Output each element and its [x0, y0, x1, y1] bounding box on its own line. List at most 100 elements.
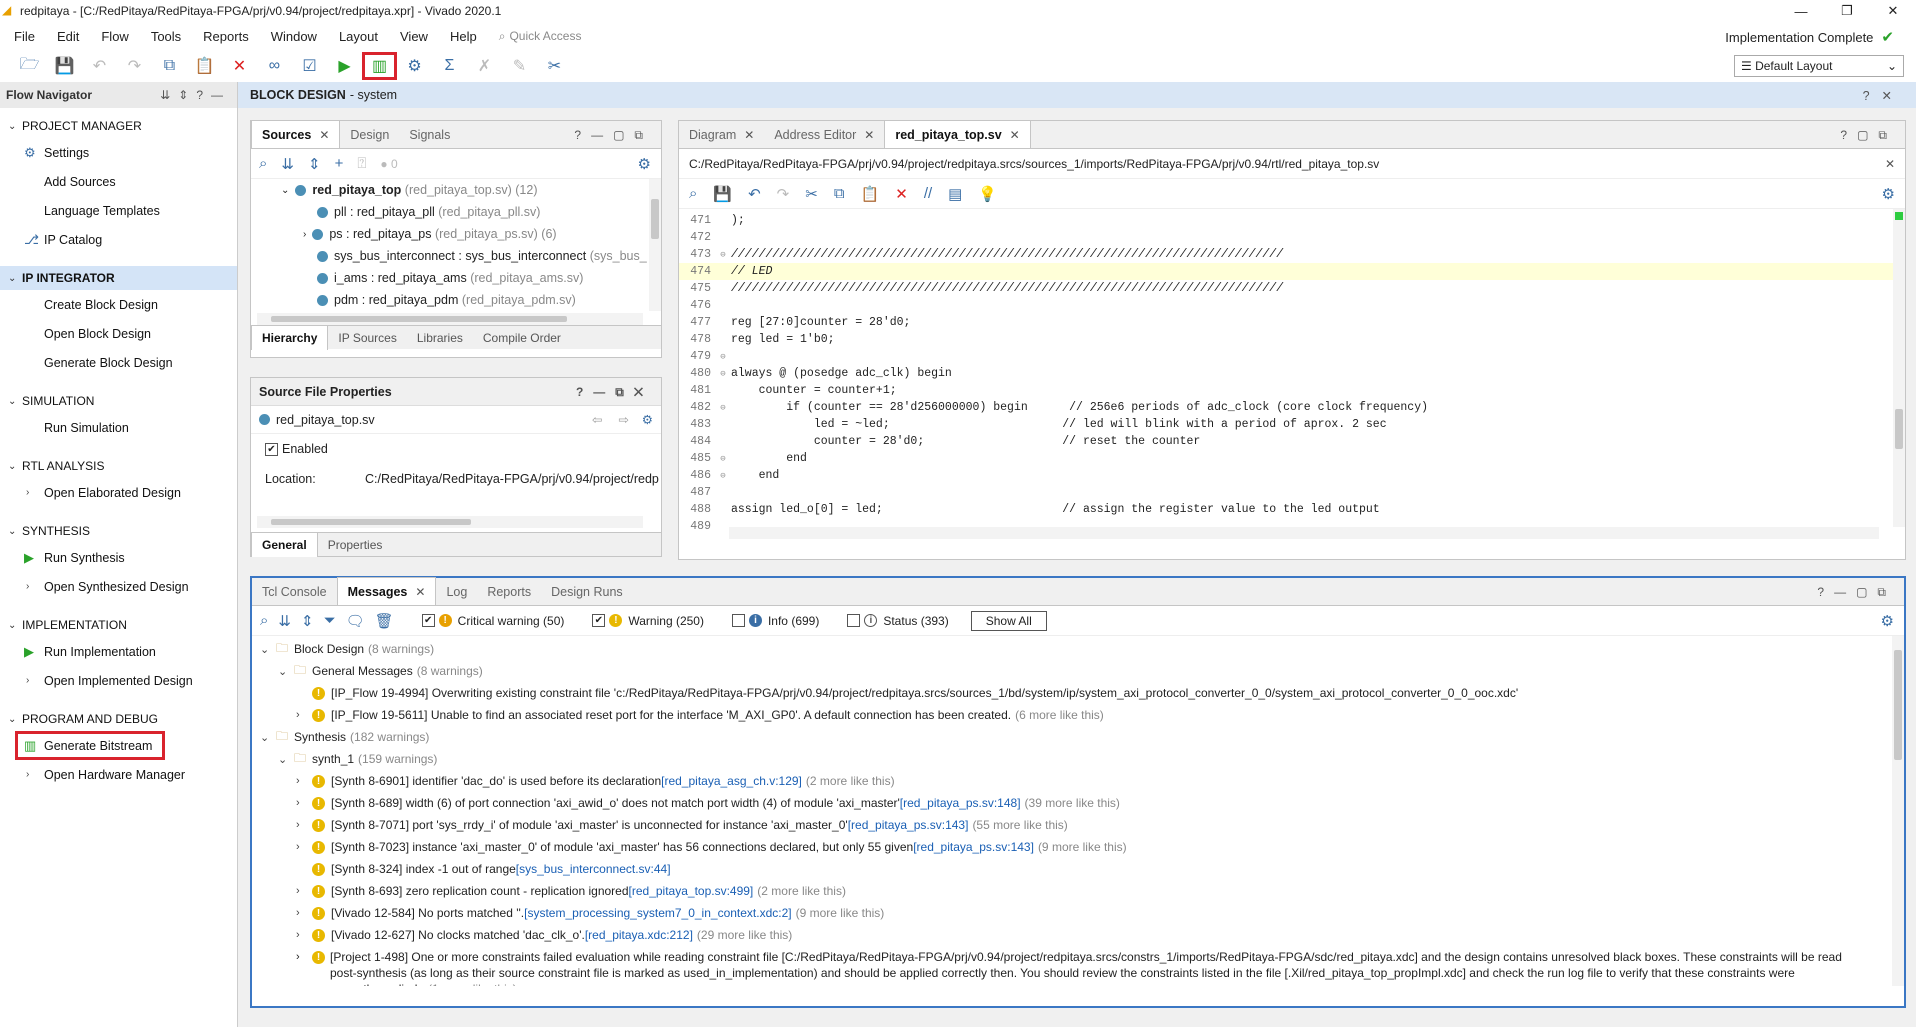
message-row[interactable]: ⌄ 🗀 Block Design (8 warnings) [252, 638, 1904, 660]
nav-settings[interactable]: ⚙ Settings [0, 138, 237, 167]
tree-row[interactable]: i_ams : red_pitaya_ams (red_pitaya_ams.s… [251, 267, 661, 289]
tab-sources[interactable]: Sources ✕ [251, 120, 341, 148]
gear-icon[interactable]: ⚙ [638, 155, 651, 173]
message-link[interactable]: [sys_bus_interconnect.sv:44] [516, 862, 671, 876]
menu-window[interactable]: Window [260, 29, 328, 44]
nav-generate-block-design[interactable]: Generate Block Design [0, 348, 237, 377]
pencil-icon[interactable]: ✎ [502, 52, 537, 80]
tab-properties[interactable]: Properties [318, 538, 393, 552]
message-link[interactable]: [red_pitaya.xdc:212] [585, 928, 693, 942]
filter-warning[interactable]: ✔! Warning (250) [592, 614, 704, 628]
horizontal-scrollbar[interactable] [257, 516, 643, 528]
copy-icon[interactable]: ⧉ [152, 52, 187, 80]
tab-hierarchy[interactable]: Hierarchy [251, 325, 329, 350]
redo-icon[interactable]: ↷ [777, 185, 790, 203]
enabled-checkbox[interactable]: ✔ [265, 442, 278, 456]
fold-icon[interactable]: ⊖ [715, 471, 731, 481]
menu-layout[interactable]: Layout [328, 29, 389, 44]
section-ip-integrator[interactable]: ⌄ IP INTEGRATOR [0, 266, 237, 290]
tree-row[interactable]: pll : red_pitaya_pll (red_pitaya_pll.sv) [251, 201, 661, 223]
filter-critical[interactable]: ✔! Critical warning (50) [421, 614, 564, 628]
close-icon[interactable]: ✕ [864, 128, 874, 142]
tree-row[interactable]: ⌄ red_pitaya_top (red_pitaya_top.sv) (12) [251, 179, 661, 201]
copy-icon[interactable]: ⧉ [834, 185, 845, 202]
menu-view[interactable]: View [389, 29, 439, 44]
section-program-and-debug[interactable]: ⌄ PROGRAM AND DEBUG [0, 707, 237, 731]
tab-compile-order[interactable]: Compile Order [473, 331, 571, 345]
chevron-down-icon[interactable]: ⌄ [278, 753, 294, 766]
run-icon[interactable]: ▶ [327, 52, 362, 80]
minimize-button[interactable]: — [1778, 0, 1824, 22]
fold-icon[interactable]: ⊖ [715, 250, 731, 260]
message-link[interactable]: [red_pitaya_ps.sv:143] [848, 818, 969, 832]
tree-row[interactable]: sys_bus_interconnect : sys_bus_interconn… [251, 245, 661, 267]
section-simulation[interactable]: ⌄ SIMULATION [0, 389, 237, 413]
show-all-button[interactable]: Show All [970, 610, 1047, 631]
message-row[interactable]: ›! [IP_Flow 19-5611] Unable to find an as… [252, 704, 1904, 726]
close-icon[interactable]: ✕ [415, 585, 425, 599]
tab-reports[interactable]: Reports [477, 579, 541, 605]
gear-icon[interactable]: ⚙ [1881, 612, 1894, 630]
section-project-manager[interactable]: ⌄ PROJECT MANAGER [0, 114, 237, 138]
status-checkbox[interactable] [847, 614, 861, 627]
gear-icon[interactable]: ⚙ [642, 412, 653, 427]
search-icon[interactable]: ⌕ [259, 155, 267, 172]
save-icon[interactable]: 💾 [47, 52, 82, 80]
layout-select[interactable]: ☰ Default Layout ⌄ [1734, 55, 1904, 77]
expand-all-icon[interactable]: ⇕ [301, 612, 314, 630]
columns-icon[interactable]: ▤ [948, 185, 962, 203]
search-icon[interactable]: ⌕ [689, 185, 697, 202]
tab-design[interactable]: Design [340, 122, 399, 148]
message-row[interactable]: ⌄ 🗀 Synthesis (182 warnings) [252, 726, 1904, 748]
message-link[interactable]: [system_processing_system7_0_in_context.… [524, 906, 791, 920]
collapse-all-icon[interactable]: ⇊ [281, 155, 294, 173]
close-icon[interactable]: ✕ [1010, 128, 1020, 142]
menu-edit[interactable]: Edit [46, 29, 90, 44]
filter-status[interactable]: i Status (393) [847, 614, 949, 628]
info-checkbox[interactable] [731, 614, 745, 627]
settings-auto-icon[interactable]: ∞ [257, 52, 292, 80]
tab-log[interactable]: Log [436, 579, 477, 605]
chevron-down-icon[interactable]: ⌄ [278, 665, 294, 678]
fold-icon[interactable]: ⊖ [715, 369, 731, 379]
nav-open-elaborated-design[interactable]: › Open Elaborated Design [0, 478, 237, 507]
horizontal-scrollbar[interactable] [729, 527, 1879, 539]
expand-all-icon[interactable]: ⇕ [308, 155, 321, 173]
collapse-all-icon[interactable]: ⇊ [278, 612, 291, 630]
trash-icon[interactable]: 🗑 [375, 612, 394, 630]
gear-icon[interactable]: ⚙ [397, 52, 432, 80]
message-row[interactable]: ›! [Synth 8-7023] instance 'axi_master_0'… [252, 836, 1904, 858]
section-implementation[interactable]: ⌄ IMPLEMENTATION [0, 613, 237, 637]
nav-generate-bitstream[interactable]: ▥ Generate Bitstream [0, 731, 237, 760]
message-row[interactable]: ›! [Synth 8-7071] port 'sys_rrdy_i' of mo… [252, 814, 1904, 836]
chevron-right-icon[interactable]: › [296, 819, 312, 831]
chevron-right-icon[interactable]: › [296, 709, 312, 721]
tab-messages[interactable]: Messages ✕ [336, 577, 437, 605]
nav-add-sources[interactable]: Add Sources [0, 167, 237, 196]
menu-reports[interactable]: Reports [192, 29, 260, 44]
message-row[interactable]: ⌄ 🗀 General Messages (8 warnings) [252, 660, 1904, 682]
message-row[interactable]: ›! [Project 1-498] One or more constraint… [252, 946, 1904, 986]
message-link[interactable]: [red_pitaya_ps.sv:148] [900, 796, 1021, 810]
close-icon[interactable]: ✕ [319, 128, 329, 142]
menu-flow[interactable]: Flow [90, 29, 139, 44]
fold-icon[interactable]: ⊖ [715, 403, 731, 413]
message-row[interactable]: ›! [Synth 8-693] zero replication count -… [252, 880, 1904, 902]
menu-help[interactable]: Help [439, 29, 488, 44]
header-controls[interactable]: ?✕ [1863, 88, 1904, 103]
panel-controls[interactable]: ?▢⧉ [1840, 128, 1897, 143]
nav-run-synthesis[interactable]: ▶ Run Synthesis [0, 543, 237, 572]
filter-icon[interactable]: ⏷ [324, 612, 336, 629]
message-row[interactable]: ›! [Synth 8-689] width (6) of port connec… [252, 792, 1904, 814]
cancel-tool-icon[interactable]: ✗ [467, 52, 502, 80]
tab-libraries[interactable]: Libraries [407, 331, 473, 345]
gear-icon[interactable]: ⚙ [1882, 185, 1895, 203]
message-link[interactable]: [red_pitaya_asg_ch.v:129] [661, 774, 802, 788]
tab-diagram[interactable]: Diagram ✕ [679, 122, 764, 148]
paste-icon[interactable]: 📋 [861, 185, 880, 203]
critical-checkbox[interactable]: ✔ [421, 614, 435, 627]
check-icon[interactable]: ☑ [292, 52, 327, 80]
tab-design-runs[interactable]: Design Runs [541, 579, 633, 605]
chevron-down-icon[interactable]: ⌄ [260, 643, 276, 656]
nav-open-hardware-manager[interactable]: › Open Hardware Manager [0, 760, 237, 789]
